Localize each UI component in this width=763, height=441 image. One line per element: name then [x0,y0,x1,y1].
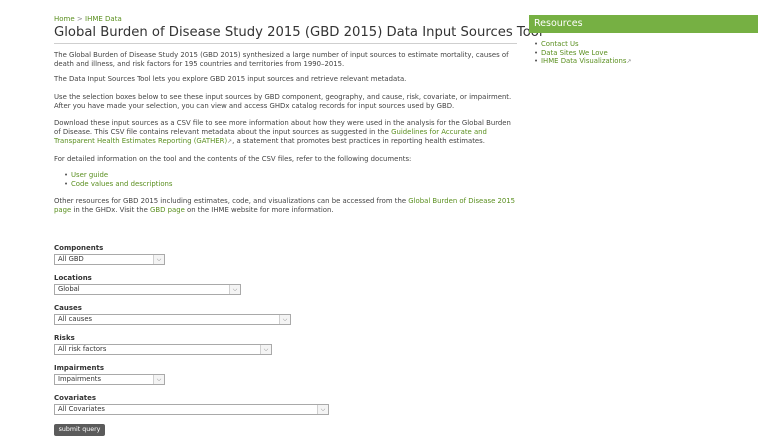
covariates-select[interactable]: All Covariates ⌵ [54,404,329,415]
chevron-down-icon: ⌵ [279,315,290,324]
main-content: Home > IHME Data Global Burden of Diseas… [54,15,543,216]
breadcrumb-ihme-data-link[interactable]: IHME Data [85,15,122,23]
download-text-end: , a statement that promotes best practic… [232,137,485,146]
documents-intro: For detailed information on the tool and… [54,154,412,163]
user-guide-link[interactable]: User guide [54,171,517,180]
locations-value: Global [58,285,80,293]
submit-query-button[interactable]: submit query [54,424,105,436]
breadcrumb-separator: > [76,15,83,23]
page: Home > IHME Data Global Burden of Diseas… [0,0,763,441]
impairments-select[interactable]: Impairments ⌵ [54,374,165,385]
resources-list: Contact Us Data Sites We Love IHME Data … [529,40,632,67]
other-resources-text: Other resources for GBD 2015 including e… [54,197,409,206]
covariates-label: Covariates [54,394,97,402]
resources-header: Resources [529,15,758,33]
other-resources-text-3: on the IHME website for more information… [184,206,334,215]
documents-list: User guide Code values and descriptions [54,171,517,190]
tool-description: The Data Input Sources Tool lets you exp… [54,75,407,84]
chevron-down-icon: ⌵ [260,345,271,354]
chevron-down-icon: ⌵ [317,405,328,414]
page-title: Global Burden of Disease Study 2015 (GBD… [54,24,543,44]
ihme-data-visualizations-link[interactable]: IHME Data Visualizations↗ [529,57,632,67]
components-select[interactable]: All GBD ⌵ [54,254,165,265]
locations-label: Locations [54,274,92,282]
components-value: All GBD [58,255,84,263]
code-values-link[interactable]: Code values and descriptions [54,180,517,189]
risks-value: All risk factors [58,345,107,353]
impairments-label: Impairments [54,364,105,372]
download-description: Download these input sources as a CSV fi… [54,119,517,147]
components-label: Components [54,244,104,252]
other-resources-text-2: in the GHDx. Visit the [71,206,151,215]
ihme-data-visualizations-label: IHME Data Visualizations [541,57,627,66]
chevron-down-icon: ⌵ [229,285,240,294]
contact-us-link[interactable]: Contact Us [529,40,632,49]
causes-value: All causes [58,315,93,323]
covariates-value: All Covariates [58,405,105,413]
intro-paragraph: The Global Burden of Disease Study 2015 … [54,51,509,69]
locations-select[interactable]: Global ⌵ [54,284,241,295]
risks-select[interactable]: All risk factors ⌵ [54,344,272,355]
data-sites-link[interactable]: Data Sites We Love [529,49,632,58]
chevron-down-icon: ⌵ [153,255,164,264]
causes-label: Causes [54,304,82,312]
risks-label: Risks [54,334,75,342]
impairments-value: Impairments [58,375,101,383]
breadcrumb-home-link[interactable]: Home [54,15,75,23]
chevron-down-icon: ⌵ [153,375,164,384]
causes-select[interactable]: All causes ⌵ [54,314,291,325]
breadcrumb: Home > IHME Data [54,15,517,24]
other-resources-paragraph: Other resources for GBD 2015 including e… [54,197,517,215]
external-link-icon: ↗ [626,58,632,66]
selection-instructions: Use the selection boxes below to see the… [54,92,512,110]
gbd-page-link[interactable]: GBD page [150,206,185,214]
